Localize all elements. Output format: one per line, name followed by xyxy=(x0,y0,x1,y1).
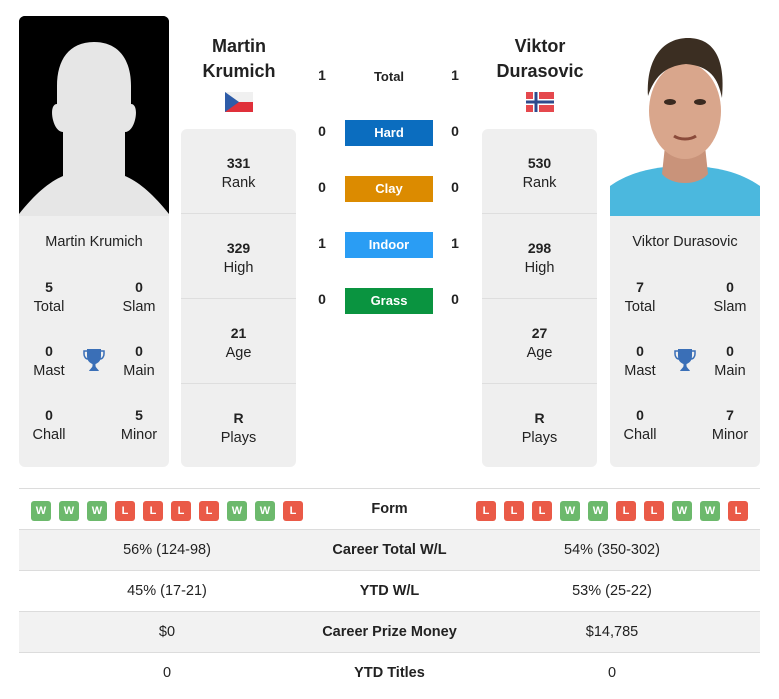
player2-age: 27 Age xyxy=(482,299,597,384)
form-win-badge[interactable]: W xyxy=(227,501,247,521)
surface-indoor-badge: Indoor xyxy=(345,232,433,258)
player1-titles-chall: 0 Chall xyxy=(32,407,66,443)
player1-high: 329 High xyxy=(181,214,296,299)
player1-titles-slam: 0 Slam xyxy=(122,279,156,315)
h2h-indoor-p1: 1 xyxy=(318,235,326,251)
career-wl-row: 56% (124-98) Career Total W/L 54% (350-3… xyxy=(19,529,760,570)
career-wl-label: Career Total W/L xyxy=(332,542,447,558)
form-row: WWWLLLLWWL Form LLLWWLLWWL xyxy=(19,488,760,529)
player1-titles-main: 0 Main xyxy=(123,343,155,379)
player1-rank: 331 Rank xyxy=(181,129,296,214)
player2-titles-total: 7 Total xyxy=(624,279,656,315)
h2h-indoor-p2: 1 xyxy=(451,235,459,251)
player2-titles-minor: 7 Minor xyxy=(711,407,749,443)
h2h-hard-p1: 0 xyxy=(318,123,326,139)
form-loss-badge[interactable]: L xyxy=(532,501,552,521)
form-loss-badge[interactable]: L xyxy=(143,501,163,521)
player2-card-name: Viktor Durasovic xyxy=(632,234,738,250)
h2h-grass-p2: 0 xyxy=(451,291,459,307)
player1-titles-total: 5 Total xyxy=(33,279,65,315)
ytd-titles-row: 0 YTD Titles 0 xyxy=(19,652,760,693)
form-win-badge[interactable]: W xyxy=(672,501,692,521)
silhouette-icon xyxy=(19,16,169,216)
player2-ytd-titles: 0 xyxy=(607,665,617,681)
norway-flag-icon xyxy=(526,92,554,112)
player1-stats-card: 331 Rank 329 High 21 Age R Plays xyxy=(181,129,296,467)
form-win-badge[interactable]: W xyxy=(255,501,275,521)
player1-prize-money: $0 xyxy=(158,624,176,640)
surface-clay-badge: Clay xyxy=(345,176,433,202)
form-loss-badge[interactable]: L xyxy=(644,501,664,521)
player1-form: WWWLLLLWWL xyxy=(31,501,303,521)
player-photo-icon xyxy=(610,16,760,216)
player2-name-link[interactable]: Viktor Durasovic xyxy=(482,34,598,84)
form-win-badge[interactable]: W xyxy=(560,501,580,521)
form-win-badge[interactable]: W xyxy=(588,501,608,521)
h2h-grass-p1: 0 xyxy=(318,291,326,307)
form-win-badge[interactable]: W xyxy=(59,501,79,521)
player1-card-name: Martin Krumich xyxy=(45,234,143,250)
player2-career-wl: 54% (350-302) xyxy=(564,542,660,558)
form-win-badge[interactable]: W xyxy=(31,501,51,521)
player2-plays: R Plays xyxy=(521,410,558,446)
player1-age: 21 Age xyxy=(181,299,296,384)
trophy-icon xyxy=(674,349,696,371)
player1-ytd-titles: 0 xyxy=(162,665,172,681)
player2-photo xyxy=(610,16,760,216)
player2-high: 298 High xyxy=(482,214,597,299)
player2-prize-money: $14,785 xyxy=(585,624,639,640)
player1-name-link[interactable]: Martin Krumich xyxy=(181,34,297,84)
player1-career-wl: 56% (124-98) xyxy=(123,542,211,558)
h2h-total-label: Total xyxy=(373,69,405,84)
surface-hard-badge: Hard xyxy=(345,120,433,146)
player1-photo xyxy=(19,16,169,216)
player2-rank: 530 Rank xyxy=(482,129,597,214)
form-loss-badge[interactable]: L xyxy=(283,501,303,521)
h2h-total-p2: 1 xyxy=(451,67,459,83)
form-label: Form xyxy=(371,501,408,517)
ytd-titles-label: YTD Titles xyxy=(354,665,425,681)
prize-money-row: $0 Career Prize Money $14,785 xyxy=(19,611,760,652)
form-loss-badge[interactable]: L xyxy=(728,501,748,521)
h2h-hard-p2: 0 xyxy=(451,123,459,139)
h2h-clay-p1: 0 xyxy=(318,179,326,195)
form-loss-badge[interactable]: L xyxy=(616,501,636,521)
player2-titles-chall: 0 Chall xyxy=(623,407,657,443)
trophy-icon xyxy=(83,349,105,371)
prize-money-label: Career Prize Money xyxy=(322,624,457,640)
player2-form: LLLWWLLWWL xyxy=(476,501,748,521)
form-win-badge[interactable]: W xyxy=(700,501,720,521)
player2-titles-slam: 0 Slam xyxy=(713,279,747,315)
player1-titles-mast: 0 Mast xyxy=(33,343,65,379)
form-loss-badge[interactable]: L xyxy=(171,501,191,521)
h2h-total-p1: 1 xyxy=(318,67,326,83)
player1-titles-card: Martin Krumich 5 Total 0 Slam 0 Mast 0 M… xyxy=(19,216,169,467)
player2-titles-main: 0 Main xyxy=(714,343,746,379)
surface-grass-badge: Grass xyxy=(345,288,433,314)
form-loss-badge[interactable]: L xyxy=(476,501,496,521)
player2-ytd-wl: 53% (25-22) xyxy=(572,583,652,599)
player1-ytd-wl: 45% (17-21) xyxy=(127,583,207,599)
form-loss-badge[interactable]: L xyxy=(504,501,524,521)
form-loss-badge[interactable]: L xyxy=(199,501,219,521)
player1-plays: R Plays xyxy=(220,410,257,446)
player1-titles-minor: 5 Minor xyxy=(120,407,158,443)
form-loss-badge[interactable]: L xyxy=(115,501,135,521)
player2-titles-card: Viktor Durasovic 7 Total 0 Slam 0 Mast 0… xyxy=(610,216,760,467)
player2-stats-card: 530 Rank 298 High 27 Age R Plays xyxy=(482,129,597,467)
form-win-badge[interactable]: W xyxy=(87,501,107,521)
ytd-wl-row: 45% (17-21) YTD W/L 53% (25-22) xyxy=(19,570,760,611)
player2-titles-mast: 0 Mast xyxy=(624,343,656,379)
comparison-table: WWWLLLLWWL Form LLLWWLLWWL 56% (124-98) … xyxy=(19,488,760,693)
ytd-wl-label: YTD W/L xyxy=(359,583,420,599)
czech-flag-icon xyxy=(225,92,253,112)
h2h-clay-p2: 0 xyxy=(451,179,459,195)
